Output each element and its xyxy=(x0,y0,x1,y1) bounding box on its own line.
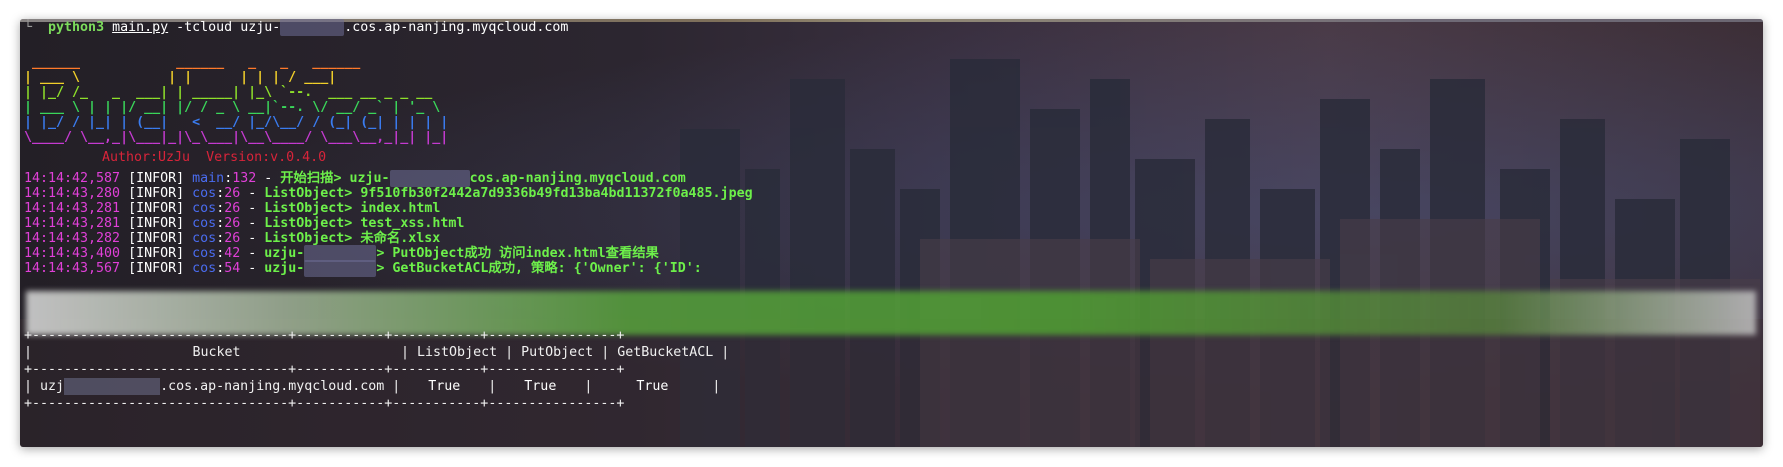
table-header-listobject: ListObject xyxy=(417,345,498,360)
cell-putobject: True xyxy=(524,379,557,394)
log-message: uzju- xyxy=(264,246,305,261)
log-message: uzju- xyxy=(264,261,305,276)
log-timestamp: 14:14:42,587 xyxy=(24,171,121,186)
log-sep: : xyxy=(216,231,225,246)
log-dash: - xyxy=(240,216,265,231)
log-lineno: 26 xyxy=(224,186,241,201)
redacted-block: xxxxxxxxxxxx xyxy=(64,378,161,395)
log-sep: : xyxy=(224,171,233,186)
log-sep: : xyxy=(216,201,225,216)
log-line: 14:14:43,567 [INFOR] cos:54 - uzju-xxxxx… xyxy=(24,260,702,277)
command-program: python3 xyxy=(48,20,105,35)
log-message: ListObject> 9f510fb30f2442a7d9336b49fd13… xyxy=(264,186,753,201)
log-message-suffix: > PutObject成功 访问index.html查看结果 xyxy=(376,246,659,261)
log-sep: : xyxy=(216,186,225,201)
log-dash: - xyxy=(240,246,265,261)
log-level: [INFOR] xyxy=(128,231,185,246)
redacted-block: xxxxxxxx xyxy=(280,19,345,36)
log-level: [INFOR] xyxy=(128,186,185,201)
log-message-suffix: cos.ap-nanjing.myqcloud.com xyxy=(469,171,686,186)
log-module: cos xyxy=(192,261,217,276)
terminal-output[interactable]: └ python3 main.py -tcloud uzju-xxxxxxxx.… xyxy=(20,19,1763,447)
banner-line: ______ ______ _ _ ______ xyxy=(24,55,361,70)
log-lineno: 26 xyxy=(224,216,241,231)
table-header-getbucketacl: GetBucketACL xyxy=(617,345,714,360)
log-module: cos xyxy=(192,231,217,246)
log-lineno: 132 xyxy=(232,171,257,186)
log-timestamp: 14:14:43,281 xyxy=(24,201,121,216)
cell-getbucketacl: True xyxy=(636,379,669,394)
log-module: main xyxy=(192,171,225,186)
log-sep: : xyxy=(216,261,225,276)
log-module: cos xyxy=(192,216,217,231)
log-level: [INFOR] xyxy=(128,201,185,216)
terminal-window[interactable]: └ python3 main.py -tcloud uzju-xxxxxxxx.… xyxy=(20,19,1763,447)
table-row: | uzjxxxxxxxxxxxx.cos.ap-nanjing.myqclou… xyxy=(24,378,721,395)
log-timestamp: 14:14:43,567 xyxy=(24,261,121,276)
banner-line: | ___ \ | | |/ __| |/ / _ \ __|`--. \/ _… xyxy=(24,100,441,115)
table-border-top: +--------------------------------+------… xyxy=(24,328,625,343)
log-dash: - xyxy=(240,186,265,201)
log-sep: : xyxy=(216,216,225,231)
log-message-suffix: > GetBucketACL成功, 策略: {'Owner': {'ID': xyxy=(376,261,702,276)
log-message: 开始扫描> uzju- xyxy=(280,171,390,186)
banner-line: | ___ \ | | | | | / ___| xyxy=(24,70,337,85)
prompt-corner-icon: └ xyxy=(24,20,33,35)
redacted-block: xxxxxxxxx xyxy=(304,260,377,277)
table-header-bucket: Bucket xyxy=(192,345,241,360)
command-line: └ python3 main.py -tcloud uzju-xxxxxxxx.… xyxy=(24,19,568,36)
log-level: [INFOR] xyxy=(128,216,185,231)
log-message: ListObject> test_xss.html xyxy=(264,216,465,231)
log-dash: - xyxy=(240,231,265,246)
table-border-mid: +--------------------------------+------… xyxy=(24,362,625,377)
command-args: -tcloud uzju- xyxy=(168,20,281,35)
table-border-bottom: +--------------------------------+------… xyxy=(24,396,625,411)
log-level: [INFOR] xyxy=(128,246,185,261)
table-header-putobject: PutObject xyxy=(521,345,594,360)
log-lineno: 26 xyxy=(224,201,241,216)
log-module: cos xyxy=(192,246,217,261)
log-level: [INFOR] xyxy=(128,261,185,276)
banner-line: \____/ \__,_|\___|_|\_\___|\__\____/ \__… xyxy=(24,130,449,145)
table-header-row: | Bucket | ListObject | PutObject | GetBuc… xyxy=(24,345,730,360)
command-args-suffix: .cos.ap-nanjing.myqcloud.com xyxy=(344,20,569,35)
log-dash: - xyxy=(256,171,281,186)
banner-line: | |_/ /_ _ ___| | _____| |_\ `--. ___ __… xyxy=(24,85,433,100)
log-sep: : xyxy=(216,246,225,261)
log-message: ListObject> index.html xyxy=(264,201,441,216)
log-timestamp: 14:14:43,400 xyxy=(24,246,121,261)
log-module: cos xyxy=(192,201,217,216)
command-file: main.py xyxy=(112,20,169,35)
log-lineno: 26 xyxy=(224,231,241,246)
log-message: ListObject> 未命名.xlsx xyxy=(264,231,441,246)
log-module: cos xyxy=(192,186,217,201)
log-dash: - xyxy=(240,261,265,276)
log-timestamp: 14:14:43,282 xyxy=(24,231,121,246)
author-version: Author:UzJu Version:v.0.4.0 xyxy=(102,150,327,165)
cell-listobject: True xyxy=(428,379,461,394)
log-dash: - xyxy=(240,201,265,216)
bucket-name-prefix: uzj xyxy=(40,379,65,394)
log-timestamp: 14:14:43,281 xyxy=(24,216,121,231)
log-lineno: 42 xyxy=(224,246,241,261)
banner-line: | |_/ / |_| | (__| < __/ |_/\__/ / (_| (… xyxy=(24,115,449,130)
bucket-name-suffix: .cos.ap-nanjing.myqcloud.com xyxy=(160,379,385,394)
log-lineno: 54 xyxy=(224,261,241,276)
log-level: [INFOR] xyxy=(128,171,185,186)
log-timestamp: 14:14:43,280 xyxy=(24,186,121,201)
